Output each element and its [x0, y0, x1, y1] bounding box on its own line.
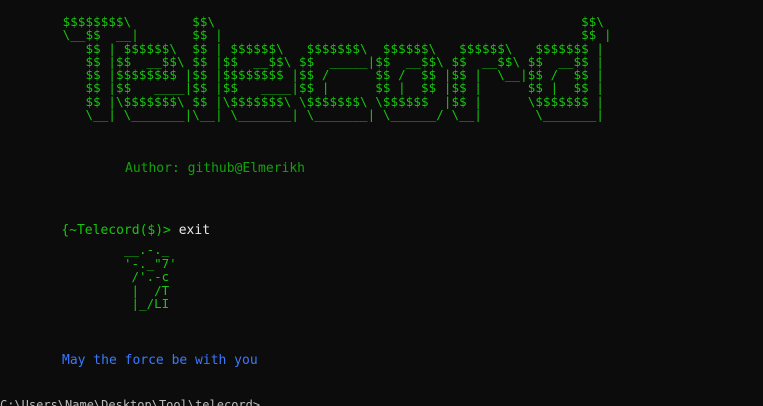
- ascii-banner: $$$$$$$$\ $$\ $$\ \__$$ __| $$ | $$ | $$…: [62, 14, 612, 123]
- author-line: Author: github@Elmerikh: [125, 161, 306, 176]
- next-prompt-line[interactable]: C:\Users\Name\Desktop\Tool\telecord>: [0, 398, 260, 406]
- shell-prompt: {~Telecord($)>: [61, 223, 171, 238]
- scrolled-output-fragment: ' ' ' ' ': [200, 0, 294, 4]
- farewell-message: May the force be with you: [62, 353, 258, 368]
- ascii-yoda-art: __.-._ '-._"7' /'.-c | /T |_/LI: [124, 242, 177, 311]
- entered-command: exit: [170, 223, 211, 238]
- command-line: {~Telecord($)> exit: [30, 210, 210, 252]
- terminal-window[interactable]: ' ' ' ' ' $$$$$$$$\ $$\ $$\ \__$$ __| $$…: [0, 0, 763, 406]
